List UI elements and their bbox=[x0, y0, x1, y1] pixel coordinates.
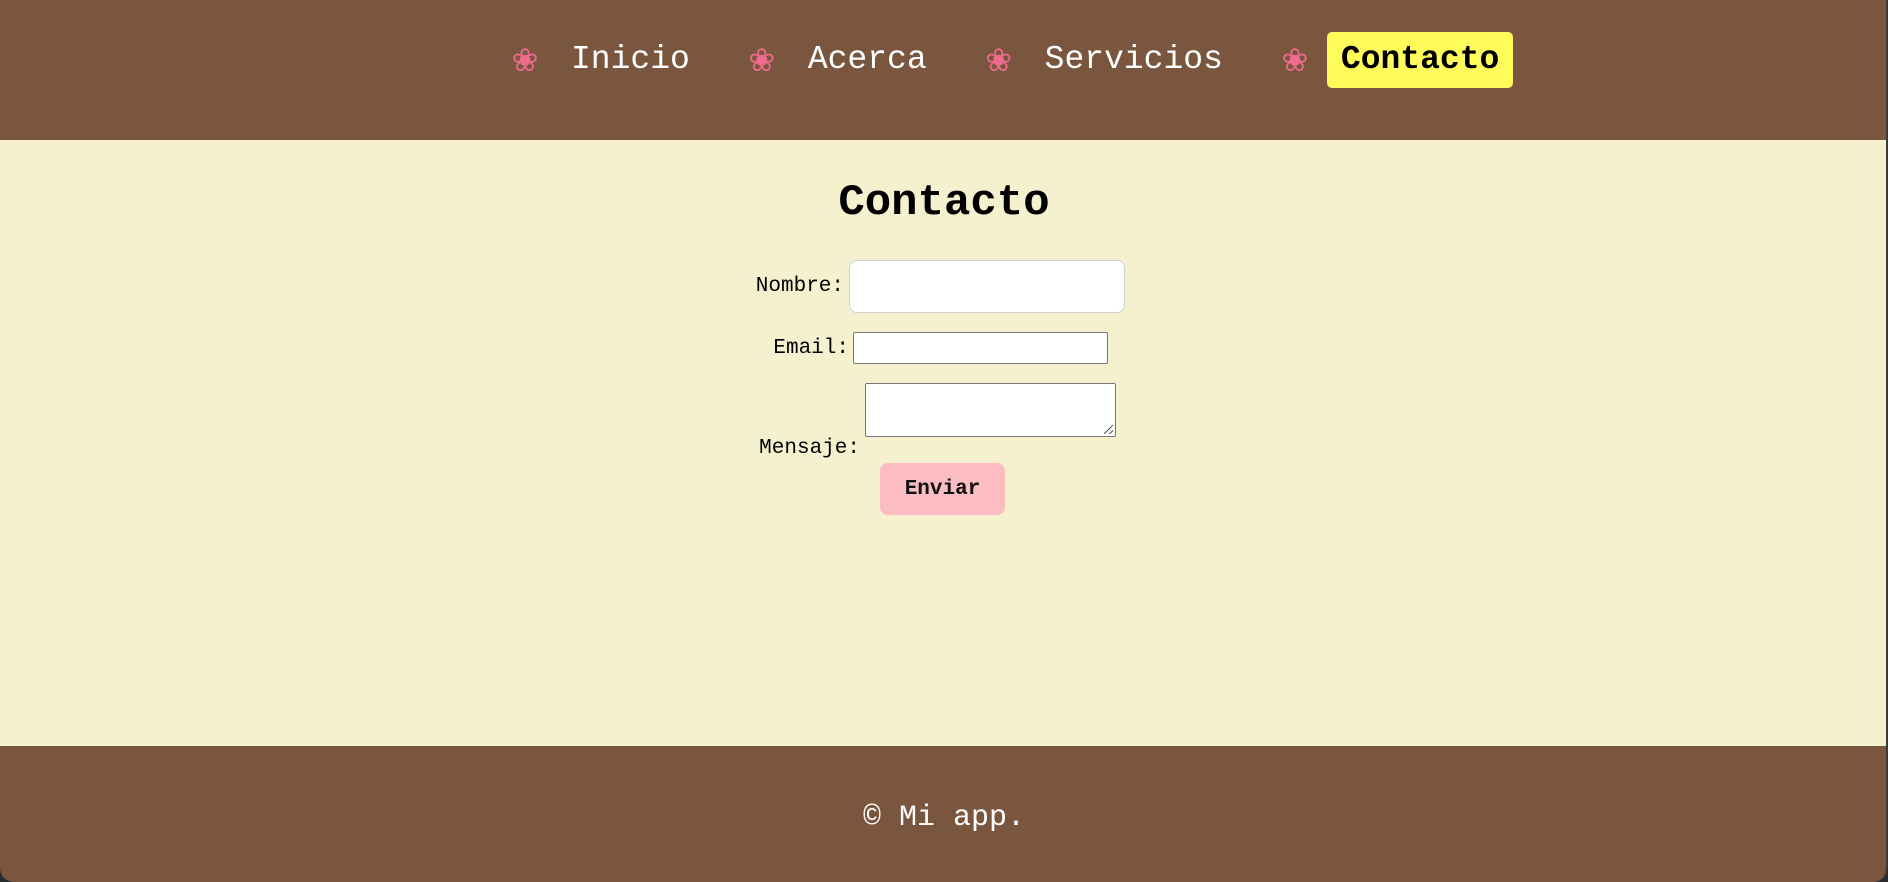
mensaje-textarea[interactable] bbox=[865, 383, 1116, 437]
nav-link-acerca[interactable]: Acerca bbox=[794, 32, 941, 88]
email-input[interactable] bbox=[853, 332, 1108, 364]
email-label: Email: bbox=[773, 337, 849, 360]
top-navbar: ❀ Inicio ❀ Acerca ❀ Servicios ❀ Contacto bbox=[0, 0, 1886, 140]
browser-viewport: ❀ Inicio ❀ Acerca ❀ Servicios ❀ Contacto… bbox=[0, 0, 1888, 882]
nombre-input[interactable] bbox=[849, 260, 1125, 313]
flower-icon: ❀ bbox=[1281, 41, 1309, 79]
submit-button[interactable]: Enviar bbox=[880, 463, 1005, 515]
nav-link-inicio[interactable]: Inicio bbox=[557, 32, 704, 88]
flower-icon: ❀ bbox=[511, 41, 539, 79]
page-title: Contacto bbox=[838, 178, 1050, 228]
nav-item-acerca: ❀ Acerca bbox=[742, 32, 941, 88]
nav-item-inicio: ❀ Inicio bbox=[505, 32, 704, 88]
footer: © Mi app. bbox=[0, 746, 1886, 882]
footer-copyright: © Mi app. bbox=[862, 801, 1026, 835]
nav-item-servicios: ❀ Servicios bbox=[979, 32, 1237, 88]
nav-menu: ❀ Inicio ❀ Acerca ❀ Servicios ❀ Contacto bbox=[505, 32, 1514, 88]
mensaje-label: Mensaje: bbox=[759, 437, 860, 460]
flower-icon: ❀ bbox=[748, 41, 776, 79]
nav-link-servicios[interactable]: Servicios bbox=[1031, 32, 1237, 88]
nombre-label: Nombre: bbox=[755, 275, 844, 298]
nav-link-contacto[interactable]: Contacto bbox=[1326, 32, 1514, 88]
main-content: Contacto Nombre: Email: Mensaje: Enviar bbox=[0, 140, 1886, 746]
resize-handle-icon[interactable] bbox=[1104, 425, 1113, 434]
flower-icon: ❀ bbox=[985, 41, 1013, 79]
nav-item-contacto: ❀ Contacto bbox=[1275, 32, 1514, 88]
